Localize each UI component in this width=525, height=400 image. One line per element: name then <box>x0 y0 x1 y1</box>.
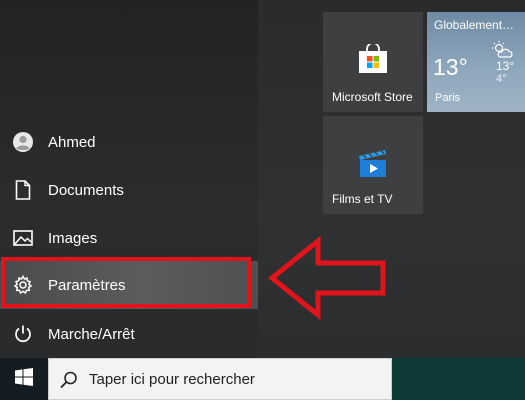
start-menu: Ahmed Documents Images Paramètres Marche… <box>0 0 525 358</box>
weather-temperature: 13° <box>433 54 468 80</box>
windows-logo-icon <box>15 367 33 391</box>
rail-item-label: Ahmed <box>48 133 96 151</box>
user-avatar-icon <box>12 131 34 153</box>
weather-condition: Globalement… <box>434 18 515 32</box>
films-tv-icon <box>357 148 389 183</box>
tile-label: Films et TV <box>332 192 393 206</box>
weather-high: 13° <box>496 59 515 73</box>
tile-microsoft-store[interactable]: Microsoft Store <box>323 12 423 112</box>
rail-item-label: Paramètres <box>48 276 126 294</box>
taskbar: Taper ici pour rechercher <box>0 358 525 400</box>
rail-item-user[interactable]: Ahmed <box>0 118 258 166</box>
search-placeholder: Taper ici pour rechercher <box>89 371 255 388</box>
rail-item-images[interactable]: Images <box>0 214 258 262</box>
weather-city: Paris <box>435 92 461 104</box>
taskbar-search-box[interactable]: Taper ici pour rechercher <box>48 358 392 400</box>
rail-item-power[interactable]: Marche/Arrêt <box>0 310 258 358</box>
document-icon <box>12 179 34 201</box>
gear-icon <box>12 274 34 296</box>
rail-item-settings[interactable]: Paramètres <box>0 261 258 309</box>
rail-item-label: Marche/Arrêt <box>48 325 135 343</box>
highlight-annotation-arrow <box>268 236 386 320</box>
store-bag-icon <box>357 42 389 79</box>
search-icon <box>59 370 79 390</box>
start-menu-left-rail: Ahmed Documents Images Paramètres Marche… <box>0 0 258 358</box>
tile-films-tv[interactable]: Films et TV <box>323 116 423 214</box>
start-button[interactable] <box>0 358 48 400</box>
rail-item-label: Images <box>48 229 98 247</box>
rail-item-documents[interactable]: Documents <box>0 166 258 214</box>
tile-label: Microsoft Store <box>332 90 413 104</box>
weather-low: 4° <box>496 73 507 85</box>
tile-weather[interactable]: Globalement… 13° 13° 4° Paris <box>427 12 525 112</box>
image-icon <box>12 227 34 249</box>
rail-item-label: Documents <box>48 181 124 199</box>
power-icon <box>12 323 34 345</box>
taskbar-app-area <box>392 358 525 400</box>
